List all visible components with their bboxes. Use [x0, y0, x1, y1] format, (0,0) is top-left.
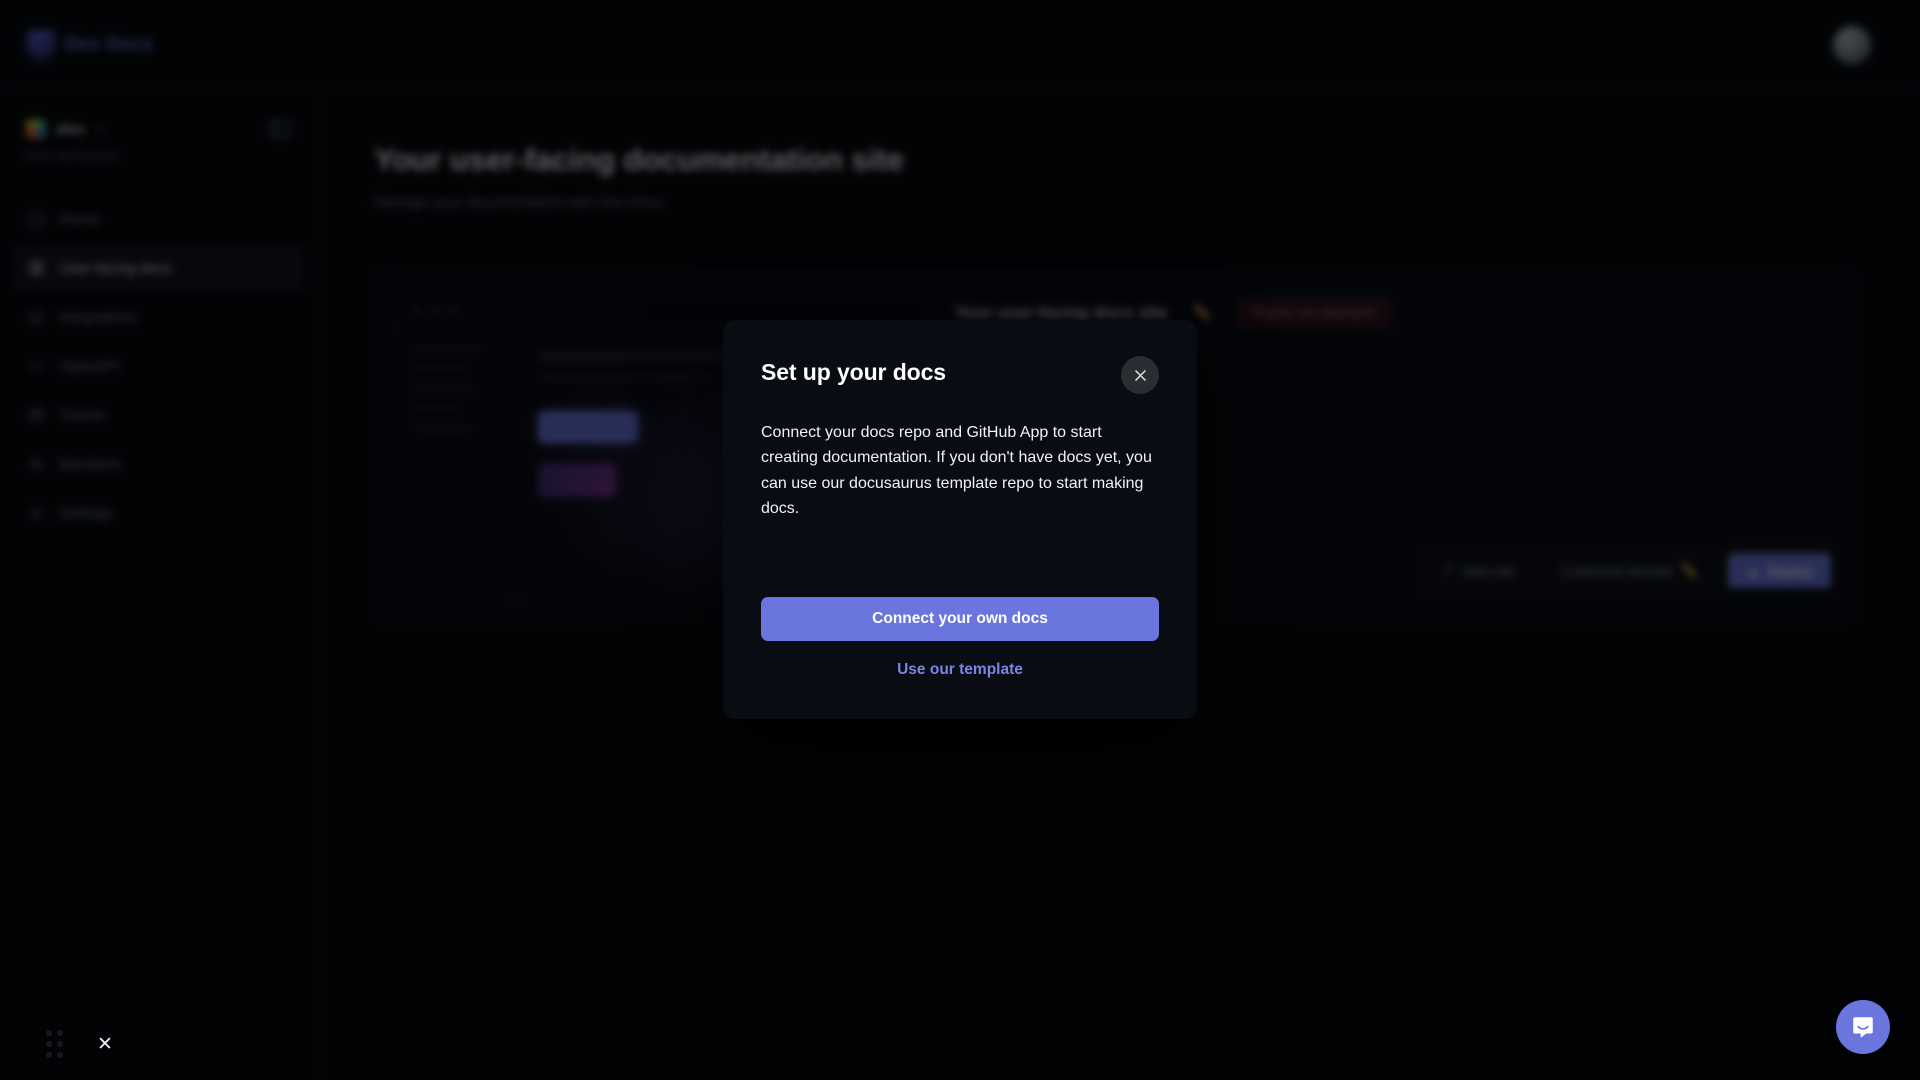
modal-title: Set up your docs — [761, 359, 946, 385]
close-icon[interactable]: ✕ — [97, 1035, 113, 1054]
setup-docs-modal: Set up your docs Connect your docs repo … — [723, 320, 1197, 720]
use-our-template-link[interactable]: Use our template — [761, 661, 1159, 679]
grip-dot — [57, 1041, 63, 1047]
drag-grip-icon[interactable] — [46, 1030, 63, 1058]
connect-your-own-docs-button[interactable]: Connect your own docs — [761, 597, 1159, 642]
floating-toolbar: ✕ — [46, 1030, 113, 1058]
grip-dot — [46, 1052, 52, 1058]
grip-dot — [46, 1030, 52, 1036]
close-icon[interactable] — [1121, 356, 1159, 394]
modal-header: Set up your docs — [761, 356, 1159, 394]
grip-dot — [46, 1041, 52, 1047]
grip-dot — [57, 1052, 63, 1058]
modal-footer: Connect your own docs Use our template — [761, 597, 1159, 679]
modal-description: Connect your docs repo and GitHub App to… — [761, 424, 1152, 517]
app-root: Dev Docs alex ▾ Free workspace — [0, 0, 1920, 1080]
grip-dot — [57, 1030, 63, 1036]
intercom-chat-icon[interactable] — [1836, 1000, 1890, 1054]
